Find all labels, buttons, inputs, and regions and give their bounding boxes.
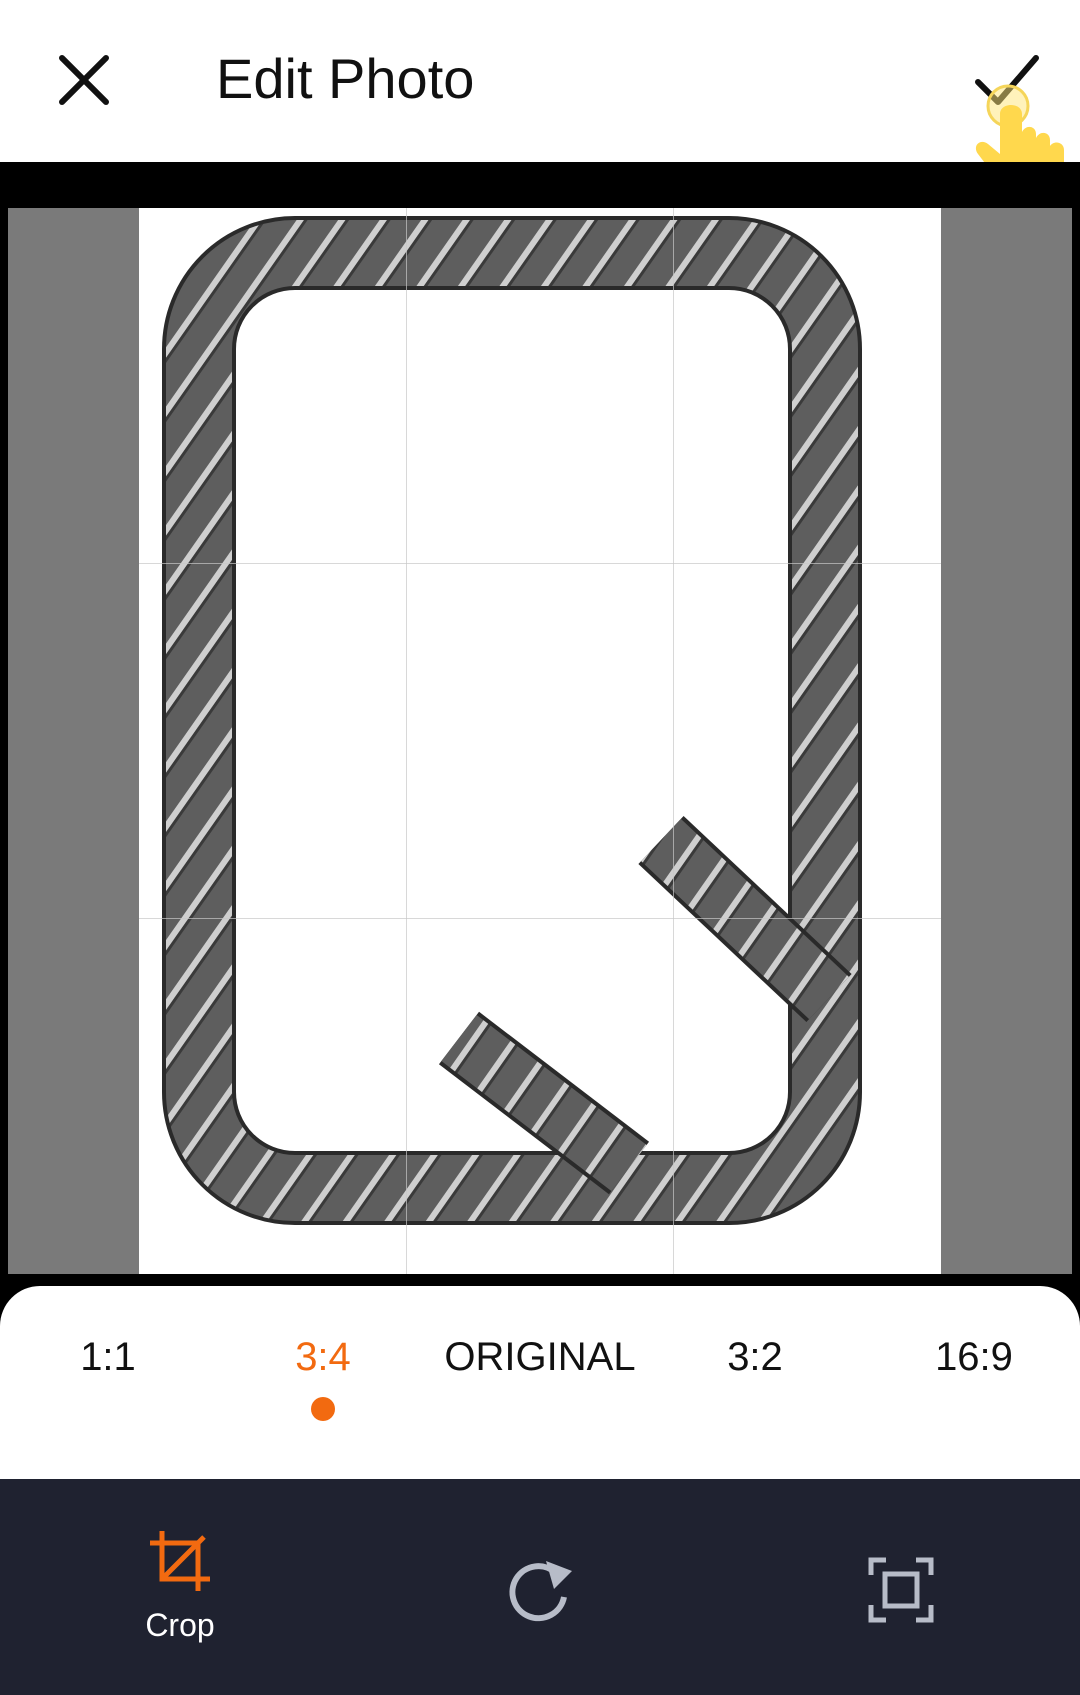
crop-icon [150,1531,210,1591]
bottom-toolbar: Crop [0,1479,1080,1695]
ratio-3-2[interactable]: 3:2 [705,1322,805,1392]
ratio-1-1[interactable]: 1:1 [58,1322,158,1392]
aspect-ratio-panel: 1:1 3:4 ORIGINAL 3:2 16:9 [0,1286,1080,1479]
grid-line-v2 [673,208,674,1274]
editor-canvas [0,162,1080,1286]
grid-line-v1 [406,208,407,1274]
close-button[interactable] [48,44,120,116]
top-bar: Edit Photo [0,0,1080,162]
page-title: Edit Photo [216,47,475,110]
ratio-3-4[interactable]: 3:4 [273,1322,373,1392]
ratio-original[interactable]: ORIGINAL [420,1322,660,1392]
selected-ratio-indicator [311,1397,335,1421]
crop-label: Crop [145,1607,215,1643]
crop-tool-button[interactable]: Crop [80,1529,280,1659]
grid-line-h2 [139,918,941,919]
rebar-stirrup-image [162,216,862,1225]
fit-frame-icon [868,1557,934,1623]
rotate-icon [509,1561,572,1622]
close-icon [59,55,109,105]
grid-line-h1 [139,563,941,564]
rotate-button[interactable] [506,1557,576,1623]
photo-stage [8,208,1072,1274]
crop-frame[interactable] [139,208,941,1274]
ratio-16-9[interactable]: 16:9 [917,1322,1031,1392]
fit-frame-button[interactable] [868,1557,934,1623]
